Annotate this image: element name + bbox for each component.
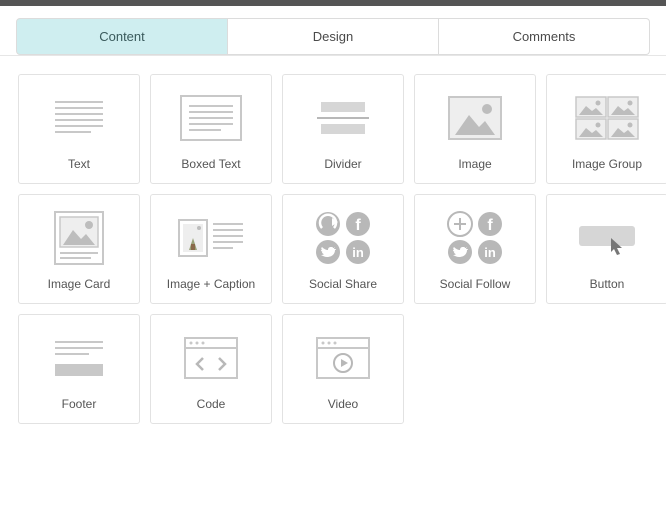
block-label: Divider xyxy=(324,157,361,171)
block-label: Footer xyxy=(62,397,97,411)
boxed-text-icon xyxy=(159,85,263,151)
block-label: Social Follow xyxy=(440,277,511,291)
block-label: Video xyxy=(328,397,358,411)
block-label: Code xyxy=(197,397,226,411)
tab-comments[interactable]: Comments xyxy=(439,18,650,55)
block-text[interactable]: Text xyxy=(18,74,140,184)
image-group-icon xyxy=(555,85,659,151)
video-icon xyxy=(291,325,395,391)
svg-text:in: in xyxy=(352,245,364,260)
block-social-follow[interactable]: f in Social Follow xyxy=(414,194,536,304)
image-card-icon xyxy=(27,205,131,271)
tab-bar: Content Design Comments xyxy=(0,6,666,56)
block-footer[interactable]: Footer xyxy=(18,314,140,424)
text-icon xyxy=(27,85,131,151)
blocks-grid: Text Boxed Text xyxy=(0,56,666,442)
block-label: Image Group xyxy=(572,157,642,171)
social-share-icon: f in xyxy=(291,205,395,271)
block-label: Boxed Text xyxy=(181,157,240,171)
tab-content[interactable]: Content xyxy=(16,18,228,55)
block-label: Text xyxy=(68,157,90,171)
divider-icon xyxy=(291,85,395,151)
svg-text:f: f xyxy=(487,217,493,234)
block-image-group[interactable]: Image Group xyxy=(546,74,666,184)
block-image-card[interactable]: Image Card xyxy=(18,194,140,304)
block-button[interactable]: Button xyxy=(546,194,666,304)
block-label: Image + Caption xyxy=(167,277,255,291)
svg-text:in: in xyxy=(484,245,496,260)
block-label: Image xyxy=(458,157,491,171)
footer-icon xyxy=(27,325,131,391)
image-caption-icon xyxy=(159,205,263,271)
block-label: Image Card xyxy=(48,277,111,291)
social-follow-icon: f in xyxy=(423,205,527,271)
block-social-share[interactable]: f in Social Share xyxy=(282,194,404,304)
block-boxed-text[interactable]: Boxed Text xyxy=(150,74,272,184)
svg-text:f: f xyxy=(355,217,361,234)
button-icon xyxy=(555,205,659,271)
block-image[interactable]: Image xyxy=(414,74,536,184)
tab-design[interactable]: Design xyxy=(228,18,439,55)
block-divider[interactable]: Divider xyxy=(282,74,404,184)
code-icon xyxy=(159,325,263,391)
block-code[interactable]: Code xyxy=(150,314,272,424)
block-image-caption[interactable]: Image + Caption xyxy=(150,194,272,304)
block-label: Button xyxy=(590,277,625,291)
block-label: Social Share xyxy=(309,277,377,291)
image-icon xyxy=(423,85,527,151)
block-video[interactable]: Video xyxy=(282,314,404,424)
